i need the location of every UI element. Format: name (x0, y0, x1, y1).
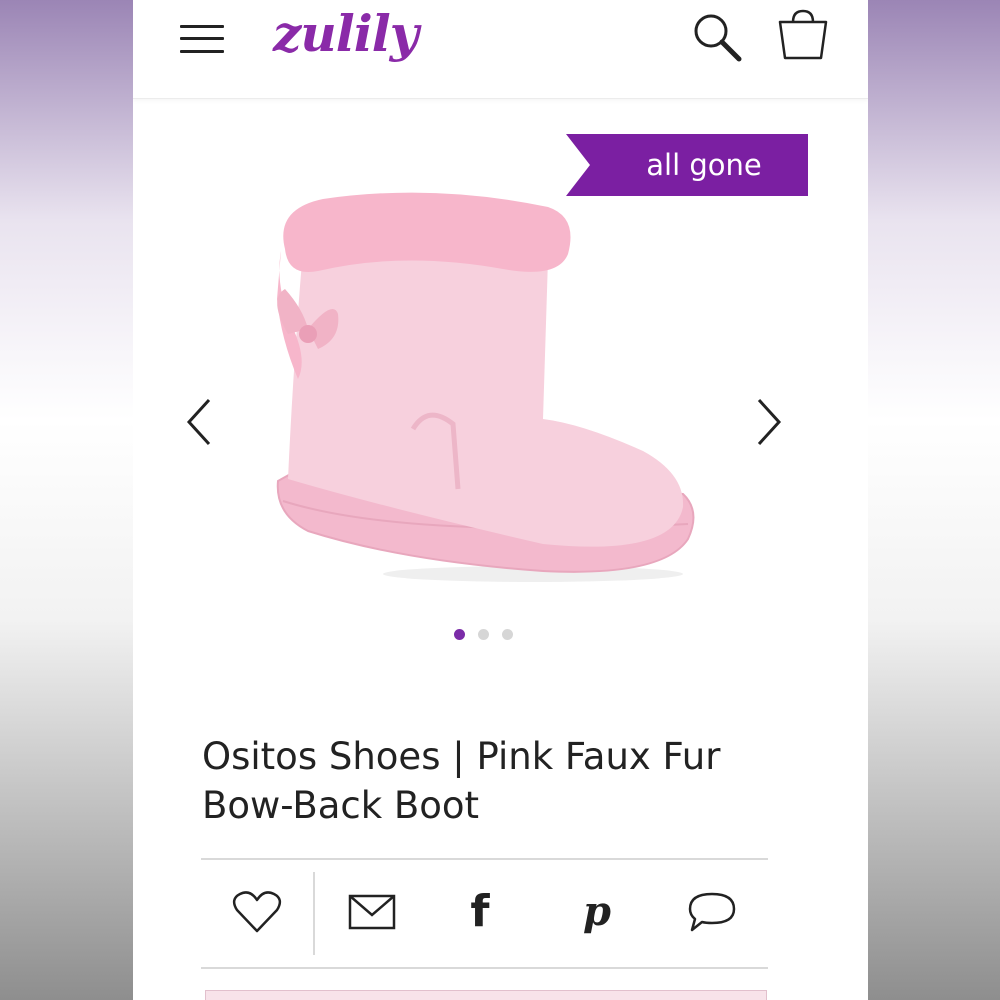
carousel-dot[interactable] (478, 629, 489, 640)
share-divider (313, 872, 315, 955)
bottom-notice-bar (205, 990, 767, 1000)
next-image-arrow-icon[interactable] (747, 394, 787, 454)
share-bar: f p (201, 858, 768, 969)
carousel-dots (454, 629, 524, 641)
phone-screen: zulily all gone Ositos Shoes | Pink Faux… (133, 0, 868, 1000)
email-icon[interactable] (345, 887, 399, 937)
background-left (0, 0, 133, 1000)
hamburger-menu-icon[interactable] (180, 22, 226, 56)
search-icon[interactable] (689, 10, 743, 64)
badge-label: all gone (646, 148, 762, 182)
comment-icon[interactable] (685, 887, 739, 937)
boot-image (263, 189, 713, 589)
previous-image-arrow-icon[interactable] (181, 394, 221, 454)
product-title: Ositos Shoes | Pink Faux Fur Bow-Back Bo… (202, 735, 721, 827)
carousel-dot[interactable] (502, 629, 513, 640)
heart-icon[interactable] (230, 887, 284, 937)
product-image-carousel[interactable]: all gone (133, 99, 868, 659)
pinterest-icon[interactable]: p (570, 887, 624, 937)
background-right (868, 0, 1000, 1000)
all-gone-badge: all gone (566, 134, 808, 196)
facebook-icon[interactable]: f (453, 887, 507, 937)
shopping-bag-icon[interactable] (777, 8, 829, 62)
carousel-dot-active[interactable] (454, 629, 465, 640)
header: zulily (133, 0, 868, 99)
zulily-logo[interactable]: zulily (273, 4, 419, 63)
